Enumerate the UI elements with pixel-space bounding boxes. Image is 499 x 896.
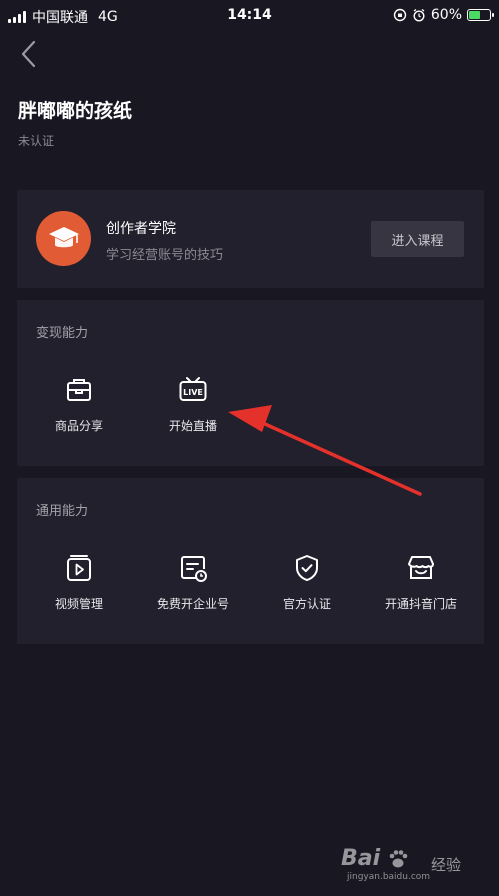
product-share-label: 商品分享 <box>54 419 103 433</box>
alarm-icon <box>413 8 425 22</box>
academy-description: 学习经营账号的技巧 <box>106 248 224 263</box>
orientation-lock-icon <box>393 8 407 22</box>
shopping-bag-icon <box>67 379 91 401</box>
svg-text:LIVE: LIVE <box>183 388 203 397</box>
academy-avatar <box>36 211 91 266</box>
section-title-general: 通用能力 <box>36 504 89 519</box>
watermark-url: jingyan.baidu.com <box>347 872 431 882</box>
enter-course-button[interactable]: 进入课程 <box>371 221 464 257</box>
section-title-monetization: 变现能力 <box>36 326 89 341</box>
creator-academy-card[interactable]: 创作者学院 学习经营账号的技巧 进入课程 <box>17 190 484 288</box>
enterprise-account-item[interactable]: 免费开企业号 <box>135 553 251 612</box>
verification-status: 未认证 <box>18 134 55 148</box>
back-button[interactable] <box>16 38 44 70</box>
academy-title: 创作者学院 <box>106 221 176 237</box>
battery-fill <box>469 11 481 19</box>
open-store-label: 开通抖音门店 <box>384 597 457 611</box>
general-section: 通用能力 视频管理 免费开企业号 官方认证 开通抖音门店 <box>17 478 484 644</box>
start-live-item[interactable]: LIVE 开始直播 <box>135 375 251 434</box>
page-title: 胖嘟嘟的孩纸 <box>18 100 133 122</box>
official-verification-item[interactable]: 官方认证 <box>249 553 365 612</box>
graduation-cap-icon <box>48 226 79 247</box>
storefront-icon <box>408 556 434 579</box>
official-verification-label: 官方认证 <box>282 597 331 611</box>
chevron-left-icon <box>21 40 36 68</box>
video-folder-icon <box>67 555 91 581</box>
watermark-suffix: 经验 <box>430 856 461 874</box>
status-bar: 中国联通 4G 14:14 60% <box>0 0 499 32</box>
start-live-label: 开始直播 <box>168 419 217 433</box>
shield-check-icon <box>296 555 318 581</box>
open-store-item[interactable]: 开通抖音门店 <box>363 553 479 612</box>
live-tv-icon: LIVE <box>179 377 207 401</box>
monetization-section: 变现能力 商品分享 LIVE 开始直播 <box>17 300 484 466</box>
battery-icon <box>467 9 494 21</box>
video-management-item[interactable]: 视频管理 <box>21 553 137 612</box>
baidu-watermark: Bai 经验 jingyan.baidu.com <box>341 846 461 882</box>
enterprise-card-icon <box>181 556 207 582</box>
paw-icon <box>389 850 408 868</box>
watermark-brand: Bai <box>341 846 381 871</box>
video-management-label: 视频管理 <box>54 597 103 611</box>
product-share-item[interactable]: 商品分享 <box>21 375 137 434</box>
enterprise-account-label: 免费开企业号 <box>156 597 229 611</box>
status-right: 60% <box>393 7 494 23</box>
battery-percent: 60% <box>430 7 462 23</box>
